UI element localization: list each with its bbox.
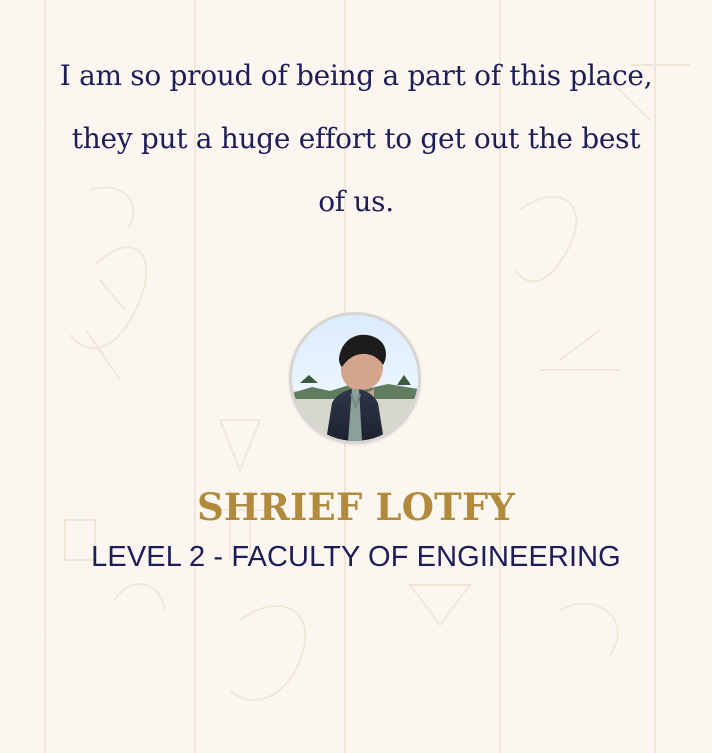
avatar-frame [289,312,421,444]
testimonial-quote: I am so proud of being a part of this pl… [59,59,653,218]
avatar [292,315,418,441]
testimonial-subtitle: LEVEL 2 - FACULTY OF ENGINEERING [91,541,621,573]
testimonial-name: SHRIEF LOTFY [197,485,515,529]
avatar-illustration [292,315,418,441]
testimonial-card: I am so proud of being a part of this pl… [0,0,712,753]
